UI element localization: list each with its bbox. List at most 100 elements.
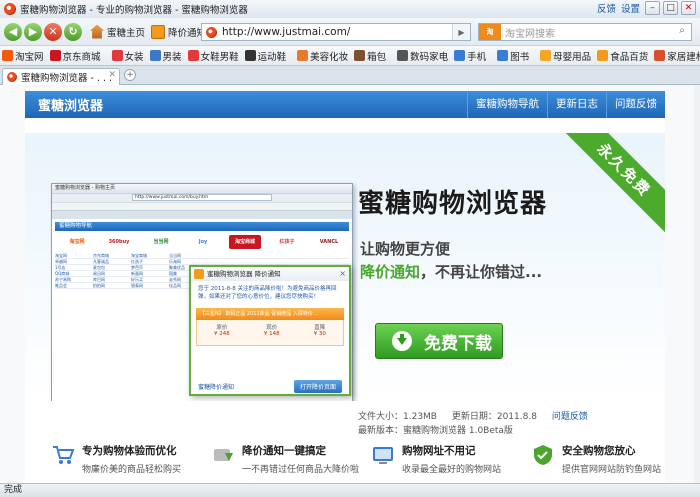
- preview-logo: Joy: [187, 235, 219, 249]
- favorite-icon: [2, 50, 13, 61]
- feature-text: 降价通知一键搞定 一不再错过任何商品大降价啦: [242, 443, 359, 475]
- favorite-item[interactable]: 男装: [149, 49, 182, 63]
- preview-logo: 360buy: [103, 235, 135, 249]
- preview-cell: 当当网: [169, 253, 181, 258]
- popup-text: 您于 2011-8-8 关注的商品降价啦！为避免商品价格再回弹，如果还对了您的心…: [198, 286, 337, 300]
- favorite-item[interactable]: 手机: [454, 49, 486, 63]
- favorite-item[interactable]: 女装: [111, 49, 144, 63]
- search-input[interactable]: 淘宝网搜索: [505, 25, 555, 40]
- popup-open-button: 打开降价页面: [293, 379, 342, 393]
- preview-address: http://www.justmai.com/buy.htm: [132, 194, 272, 201]
- tab-label: 蜜糖购物浏览器 - . . .: [21, 73, 113, 84]
- popup-stat: 现价 ¥ 148: [264, 323, 280, 345]
- preview-tabs: [52, 211, 352, 219]
- home-icon: [90, 24, 104, 39]
- preview-title: 蜜糖购物浏览器 - 购物主页: [52, 184, 352, 193]
- favorites-bar: 淘宝网 京东商城 女装 男装 女鞋男鞋 运动鞋 美容化妆 箱包 数码家电 手机 图书 母婴用品 食品百货…: [0, 45, 700, 66]
- favorite-icon: [111, 50, 123, 61]
- menu-shopping-nav[interactable]: 蜜糖购物导航: [467, 91, 547, 118]
- favorite-icon: [49, 50, 61, 61]
- popup-title-text: 蜜糖购物浏览器 降价通知: [207, 270, 281, 278]
- favorite-item[interactable]: 运动鞋: [244, 49, 287, 63]
- feature-text: 专为购物体验而优化 物廉价美的商品轻松购买: [82, 443, 181, 475]
- favorite-label: 男装: [162, 51, 182, 63]
- popup-stats: 原价 ¥ 248 现价 ¥ 148 直降 ¥ 30: [196, 320, 344, 346]
- feature-text: 安全购物您放心 提供官网网站防钓鱼网站: [562, 443, 661, 475]
- menu-feedback[interactable]: 问题反馈: [606, 91, 665, 118]
- hero-tagline-2: 降价通知，不再让你错过...: [360, 261, 542, 282]
- favorite-label: 运动鞋: [257, 51, 287, 63]
- tab-close-icon[interactable]: ✕: [108, 70, 116, 80]
- close-button[interactable]: ✕: [681, 1, 696, 15]
- favorite-item[interactable]: 箱包: [354, 49, 386, 63]
- feature-title: 降价通知一键搞定: [242, 445, 326, 457]
- tab-bar: 蜜糖购物浏览器 - . . . ✕ +: [0, 66, 700, 85]
- favorite-label: 女鞋男鞋: [200, 51, 239, 63]
- search-engine-icon[interactable]: 淘: [479, 24, 501, 40]
- home-button[interactable]: 蜜糖主页: [90, 24, 145, 39]
- favorite-item[interactable]: 图书: [497, 49, 529, 63]
- favorite-item[interactable]: 淘宝网: [2, 49, 44, 63]
- favorite-item[interactable]: 京东商城: [49, 49, 101, 63]
- free-ribbon: 永久免费: [553, 133, 665, 241]
- preview-logo: 当当网: [145, 235, 177, 249]
- preview-cell: 库巴网: [93, 277, 105, 282]
- page-content: 蜜糖浏览器 蜜糖购物导航 更新日志 问题反馈 永久免费 蜜糖购物浏览器 - 购物…: [25, 91, 665, 483]
- favorite-item[interactable]: 食品百货: [597, 49, 648, 63]
- download-button[interactable]: 免费下载: [375, 323, 503, 359]
- go-button[interactable]: ▶: [452, 24, 470, 40]
- favorite-label: 母婴用品: [553, 51, 592, 63]
- maximize-button[interactable]: □: [663, 1, 678, 15]
- favorite-item[interactable]: 女鞋男鞋: [187, 49, 239, 63]
- vertical-scrollbar[interactable]: [694, 85, 700, 483]
- preview-cell: 京东商城: [93, 253, 109, 258]
- meta-feedback-link[interactable]: 问题反馈: [552, 412, 588, 422]
- globe-icon: [371, 443, 395, 467]
- site-favicon-icon: [206, 26, 217, 38]
- popup-stat: 直降 ¥ 30: [314, 323, 326, 345]
- price-alert-button[interactable]: 降价通知: [151, 24, 206, 39]
- back-button[interactable]: ◀: [4, 22, 22, 41]
- address-bar[interactable]: http://www.justmai.com/ ▶: [201, 23, 471, 41]
- feature-item: 安全购物您放心 提供官网网站防钓鱼网站: [505, 439, 665, 483]
- favorite-icon: [244, 50, 256, 61]
- site-brand[interactable]: 蜜糖浏览器: [38, 95, 103, 114]
- address-url[interactable]: http://www.justmai.com/: [222, 26, 350, 38]
- price-alert-popup: 蜜糖购物浏览器 降价通知 × 您于 2011-8-8 关注的商品降价啦！为避免商…: [189, 265, 351, 396]
- favorite-icon: [597, 50, 609, 61]
- preview-logo: 红孩子: [271, 235, 303, 249]
- new-tab-button[interactable]: +: [124, 69, 136, 81]
- menu-changelog[interactable]: 更新日志: [547, 91, 606, 118]
- feature-text: 购物网址不用记 收录最全最好的购物网站: [402, 443, 501, 475]
- feedback-link[interactable]: 反馈: [597, 1, 616, 15]
- popup-stat: 原价 ¥ 248: [214, 323, 230, 345]
- site-header: 蜜糖浏览器 蜜糖购物导航 更新日志 问题反馈: [25, 91, 665, 118]
- preview-cell: 乐淘网: [169, 259, 181, 264]
- favorite-label: 女装: [124, 51, 144, 63]
- settings-link[interactable]: 设置: [621, 1, 640, 15]
- favorite-item[interactable]: 母婴用品: [540, 49, 591, 63]
- preview-logo: 淘宝商城: [229, 235, 261, 249]
- title-bar: 蜜糖购物浏览器 - 专业的购物浏览器 - 蜜糖购物浏览器 反馈 设置 – □ ✕: [0, 0, 700, 18]
- preview-cell: 麦包包: [93, 265, 105, 270]
- preview-cell: 1号店: [55, 265, 66, 270]
- preview-cell: 易迅网: [93, 271, 105, 276]
- stat-value: ¥ 248: [214, 331, 230, 337]
- tab-active[interactable]: 蜜糖购物浏览器 - . . . ✕: [2, 68, 120, 85]
- tagline-rest: ，不再让你错过...: [420, 263, 543, 281]
- preview-favorites: [52, 202, 352, 211]
- forward-button[interactable]: ▶: [24, 22, 42, 41]
- search-icon[interactable]: ⌕: [674, 25, 690, 39]
- favorite-item[interactable]: 数码家电: [397, 49, 448, 63]
- favorite-icon: [454, 50, 466, 61]
- favorite-label: 淘宝网: [15, 51, 44, 63]
- favorite-item[interactable]: 美容化妆: [297, 49, 348, 63]
- features-row: 专为购物体验而优化 物廉价美的商品轻松购买 降价通知一键搞定 一不再错过任何商品大降价…: [25, 439, 665, 483]
- stop-button[interactable]: ✕: [44, 22, 62, 41]
- preview-logos: 淘宝网 360buy 当当网 Joy 淘宝商城 红孩子 VANCL: [55, 235, 349, 249]
- minimize-button[interactable]: –: [645, 1, 660, 15]
- favorite-item[interactable]: 家居建材: [654, 49, 700, 63]
- site-menu: 蜜糖购物导航 更新日志 问题反馈: [467, 91, 665, 118]
- search-box[interactable]: 淘 淘宝网搜索 ⌕: [478, 23, 692, 41]
- refresh-button[interactable]: ↻: [64, 22, 82, 41]
